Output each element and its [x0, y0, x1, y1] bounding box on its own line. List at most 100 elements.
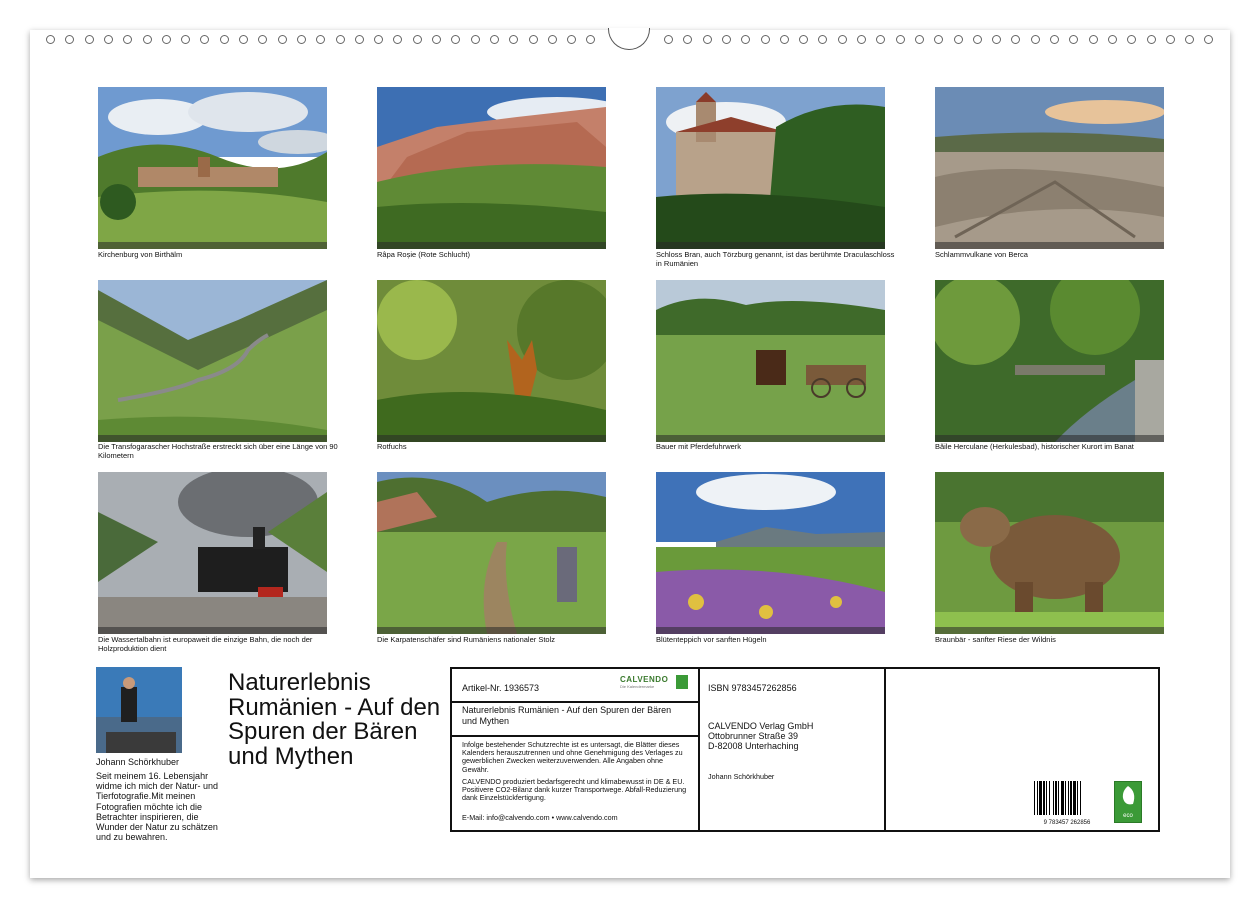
binding-ring: [1030, 35, 1040, 44]
binding-ring: [103, 35, 113, 44]
binding-ring: [393, 35, 403, 44]
binding-ring: [200, 35, 210, 44]
thumbnail-braunbaer: [935, 472, 1164, 634]
thumbnail-wassertalbahn: [98, 472, 327, 634]
binding-ring: [489, 35, 499, 44]
binding-ring: [374, 35, 384, 44]
binding-ring: [181, 35, 191, 44]
barcode-bar: [1065, 781, 1066, 815]
binding-ring: [779, 35, 789, 44]
binding-ring: [335, 35, 345, 44]
photographer-credit: Johann Schörkhuber: [708, 772, 775, 781]
binding-ring: [857, 35, 866, 44]
barcode-bar: [1070, 781, 1072, 815]
contact-line: E-Mail: info@calvendo.com • www.calvendo…: [462, 813, 618, 822]
binding-ring: [683, 35, 693, 44]
binding-ring: [239, 35, 248, 44]
thumbnail-rotfuchs: [377, 280, 606, 442]
binding-ring: [934, 35, 944, 44]
barcode-bar: [1055, 781, 1057, 815]
thumbnail-herkulesbad: [935, 280, 1164, 442]
binding-ring: [161, 35, 171, 44]
binding-ring: [65, 35, 75, 44]
binding-ring: [567, 35, 577, 44]
thumbnail-bauer: [656, 280, 885, 442]
eco-badge: eco: [1114, 781, 1142, 823]
caption-4: Schlammvulkane von Berca: [935, 250, 1028, 259]
barcode-bar: [1077, 781, 1078, 815]
binding-ring: [296, 35, 306, 44]
calendar-title: Naturerlebnis Rumänien - Auf den Spuren …: [228, 669, 441, 770]
binding-ring: [664, 35, 673, 44]
binding-ring: [528, 35, 538, 44]
article-number: Artikel-Nr. 1936573: [462, 683, 540, 693]
binding-ring: [741, 35, 751, 44]
binding-ring: [760, 35, 770, 44]
binding-ring: [702, 35, 712, 44]
binding-ring: [1107, 35, 1117, 44]
binding-ring: [914, 35, 924, 44]
barcode-digits: 9 783457 262856: [1043, 820, 1091, 826]
binding-ring: [1011, 35, 1021, 44]
caption-5: Die Transfogarascher Hochstraße erstreck…: [98, 442, 338, 460]
thumbnail-bluetenteppich: [656, 472, 885, 634]
barcode: 9 783457 262856: [1032, 781, 1102, 826]
binding-ring: [354, 35, 364, 44]
publisher-name: CALVENDO Verlag GmbH: [708, 721, 814, 731]
binding-ring: [721, 35, 731, 44]
barcode-bar: [1049, 781, 1050, 815]
binding-ring: [972, 35, 982, 44]
binding-ring: [46, 35, 55, 44]
binding-ring: [1204, 35, 1214, 44]
caption-6: Rotfuchs: [377, 442, 407, 451]
barcode-bar: [1058, 781, 1059, 815]
binding-ring: [1165, 35, 1175, 44]
publisher-city: D-82008 Unterhaching: [708, 741, 799, 751]
barcode-bar: [1068, 781, 1069, 815]
thumbnail-kirchenburg: [98, 87, 327, 249]
barcode-bar: [1039, 781, 1042, 815]
binding-ring: [1127, 35, 1137, 44]
binding-ring: [799, 35, 809, 44]
binding-ring: [1069, 35, 1079, 44]
caption-7: Bauer mit Pferdefuhrwerk: [656, 442, 742, 451]
thumbnail-transfogarasch: [98, 280, 327, 442]
barcode-bar: [1061, 781, 1064, 815]
caption-9: Die Wassertalbahn ist europaweit die ein…: [98, 635, 313, 653]
barcode-bar: [1037, 781, 1038, 815]
binding-ring: [277, 35, 287, 44]
binding-ring: [470, 35, 480, 44]
binding-ring: [953, 35, 963, 44]
caption-8: Băile Herculane (Herkulesbad), historisc…: [935, 442, 1134, 451]
caption-10: Die Karpatenschäfer sind Rumäniens natio…: [377, 635, 556, 644]
barcode-bar: [1043, 781, 1045, 815]
info-column-left: Artikel-Nr. 1936573 CALVENDO Die Kalende…: [452, 669, 700, 830]
caption-1: Kirchenburg von Birthälm: [98, 250, 183, 259]
info-column-middle: ISBN 9783457262856 CALVENDO Verlag GmbH …: [700, 669, 886, 830]
caption-12: Braunbär - sanfter Riese der Wildnis: [935, 635, 1056, 644]
isbn: ISBN 9783457262856: [708, 683, 797, 693]
barcode-bar: [1080, 781, 1081, 815]
legal-notice: Infolge bestehender Schutzrechte ist es …: [462, 740, 683, 774]
barcode-bar: [1046, 781, 1047, 815]
binding-ring: [142, 35, 152, 44]
binding-ring: [84, 35, 94, 44]
binding-ring: [1185, 35, 1195, 44]
binding-ring: [219, 35, 229, 44]
binding-ring: [432, 35, 441, 44]
caption-2: Râpa Roșie (Rote Schlucht): [377, 250, 470, 259]
binding-ring: [1050, 35, 1059, 44]
publisher-street: Ottobrunner Straße 39: [708, 731, 799, 741]
binding-ring: [451, 35, 461, 44]
author-photo: [96, 667, 182, 753]
binding-ring: [1088, 35, 1098, 44]
caption-3: Schloss Bran, auch Törzburg genannt, ist…: [656, 250, 895, 268]
climate-notice: CALVENDO produziert bedarfsgerecht und k…: [462, 777, 687, 803]
author-name: Johann Schörkhuber: [96, 757, 180, 767]
binding-ring: [547, 35, 557, 44]
article-row: Artikel-Nr. 1936573 CALVENDO Die Kalende…: [452, 669, 698, 703]
barcode-bar: [1053, 781, 1054, 815]
binding-ring: [509, 35, 519, 44]
binding-ring: [837, 35, 847, 44]
binding-ring: [992, 35, 1002, 44]
